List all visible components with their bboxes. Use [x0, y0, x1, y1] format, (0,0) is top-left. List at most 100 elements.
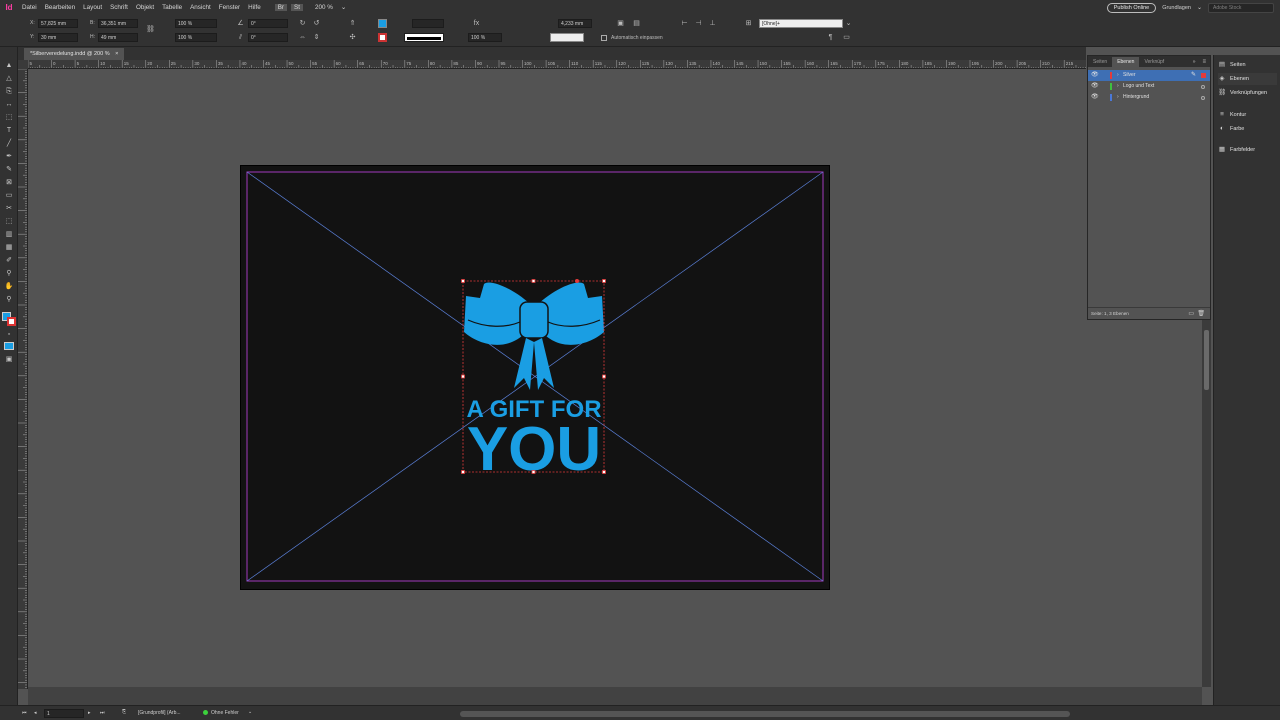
dock-seiten[interactable]: ▤ Seiten [1218, 59, 1246, 71]
eyedropper-tool-icon[interactable]: ⚲ [4, 269, 14, 279]
hand-tool-icon[interactable]: ✋ [4, 282, 14, 292]
new-layer-icon[interactable]: ▭ [1188, 308, 1194, 320]
page-tool-icon[interactable]: ⎘ [4, 87, 14, 97]
prev-page-icon[interactable]: ◂ [34, 710, 37, 716]
width-field[interactable]: 36,351 mm [98, 19, 138, 28]
gap-tool-icon[interactable]: ↔ [4, 100, 14, 110]
free-transform-tool-icon[interactable]: ⬚ [4, 217, 14, 227]
fit-content-icon[interactable]: ▣ [616, 19, 625, 28]
auto-fit-checkbox[interactable] [601, 35, 607, 41]
stock-icon[interactable]: St [291, 4, 303, 11]
align-right-icon[interactable]: ⊥ [708, 19, 717, 28]
rectangle-tool-icon[interactable]: ▭ [4, 191, 14, 201]
preflight-chevron-down-icon[interactable]: ⌄ [248, 709, 252, 715]
layer-target-icon[interactable] [1201, 96, 1205, 100]
last-page-icon[interactable]: ⏭ [100, 710, 105, 716]
workspace-switcher[interactable]: Grundlagen [1162, 5, 1191, 11]
visibility-eye-icon[interactable]: 👁 [1091, 70, 1099, 81]
scale-x-field[interactable]: 100 % [175, 19, 217, 28]
bridge-icon[interactable]: Br [274, 4, 288, 11]
type-tool-icon[interactable]: T [4, 126, 14, 136]
stroke-type-dropdown[interactable] [404, 33, 444, 42]
menu-layout[interactable]: Layout [79, 4, 106, 11]
formatting-container-icon[interactable]: ▫ [4, 330, 14, 340]
trash-icon[interactable]: 🗑 [1197, 308, 1205, 320]
next-page-icon[interactable]: ▸ [88, 710, 91, 716]
page-number-field[interactable]: 1 [44, 709, 84, 718]
layer-row-silver[interactable]: 👁 › Silver ✎ [1088, 70, 1210, 81]
rotate-ccw-icon[interactable]: ↺ [312, 19, 321, 28]
object-style-chevron-down-icon[interactable]: ⌄ [844, 19, 853, 28]
rotate-cw-icon[interactable]: ↻ [298, 19, 307, 28]
rectangle-frame-tool-icon[interactable]: ⊠ [4, 178, 14, 188]
object-style-dropdown[interactable]: [Ohne]+ [759, 19, 843, 28]
opacity-field[interactable]: 100 % [468, 33, 502, 42]
tab-verknuepf[interactable]: Verknüpf [1139, 57, 1169, 67]
new-style-icon[interactable]: ▭ [842, 33, 851, 42]
panel-menu-icon[interactable]: ≡ [1198, 57, 1210, 67]
scissors-tool-icon[interactable]: ✂ [4, 204, 14, 214]
zoom-chevron-down-icon[interactable]: ⌄ [337, 4, 350, 11]
stroke-swatch[interactable] [378, 33, 387, 42]
menu-objekt[interactable]: Objekt [132, 4, 158, 11]
shear-field[interactable]: 0° [248, 33, 288, 42]
tab-seiten[interactable]: Seiten [1088, 57, 1112, 67]
stroke-weight-dropdown[interactable] [412, 19, 444, 28]
menu-ansicht[interactable]: Ansicht [186, 4, 215, 11]
content-collector-icon[interactable]: ⬚ [4, 113, 14, 123]
select-content-icon[interactable]: ✣ [348, 33, 357, 42]
zoom-level[interactable]: 200 % [311, 4, 337, 11]
stroke-weight-field[interactable]: 4,233 mm [558, 19, 592, 28]
y-field[interactable]: 30 mm [38, 33, 78, 42]
height-field[interactable]: 49 mm [98, 33, 138, 42]
apply-color-icon[interactable] [4, 342, 14, 350]
dock-farbe[interactable]: ◐ Farbe [1218, 123, 1244, 135]
dock-verknuepfungen[interactable]: ⛓ Verknüpfungen [1218, 87, 1267, 99]
screen-mode-icon[interactable]: ▣ [4, 355, 14, 365]
publish-online-button[interactable]: Publish Online [1106, 2, 1157, 13]
workspace-chevron-down-icon[interactable]: ⌄ [1197, 4, 1202, 11]
menu-tabelle[interactable]: Tabelle [158, 4, 186, 11]
preflight-label[interactable]: Ohne Fehler [211, 710, 239, 716]
expand-chevron-icon[interactable]: › [1117, 81, 1119, 92]
fill-swatch[interactable] [378, 19, 387, 28]
scale-y-field[interactable]: 100 % [175, 33, 217, 42]
vertical-scrollbar[interactable] [1202, 320, 1211, 687]
menu-fenster[interactable]: Fenster [215, 4, 244, 11]
pencil-tool-icon[interactable]: ✎ [4, 165, 14, 175]
frame-fitting-field[interactable] [550, 33, 584, 42]
note-tool-icon[interactable]: ✐ [4, 256, 14, 266]
selection-tool-icon[interactable]: ▲ [4, 61, 14, 71]
menu-datei[interactable]: Datei [18, 4, 41, 11]
tab-ebenen[interactable]: Ebenen [1112, 57, 1140, 67]
scroll-thumb[interactable] [1204, 330, 1209, 390]
rotation-field[interactable]: 0° [248, 19, 288, 28]
menu-schrift[interactable]: Schrift [106, 4, 132, 11]
collapse-panel-icon[interactable]: » [1190, 57, 1199, 67]
dock-ebenen[interactable]: ◈ Ebenen [1218, 73, 1277, 85]
selection-bounding-box[interactable] [460, 278, 608, 476]
clear-overrides-icon[interactable]: ¶ [826, 33, 835, 42]
constrain-proportions-icon[interactable]: ⛓ [146, 25, 155, 34]
x-field[interactable]: 57,825 mm [38, 19, 78, 28]
expand-chevron-icon[interactable]: › [1117, 70, 1119, 81]
stroke-color-icon[interactable] [7, 317, 16, 326]
select-container-icon[interactable]: ⇑ [348, 19, 357, 28]
master-page-label[interactable]: [Grundprofil] (Arb... [138, 710, 181, 716]
visibility-eye-icon[interactable]: 👁 [1091, 81, 1099, 92]
line-tool-icon[interactable]: ╱ [4, 139, 14, 149]
open-page-icon[interactable]: ⎘ [122, 709, 126, 715]
pen-tool-icon[interactable]: ✒ [4, 152, 14, 162]
layer-row-logo-und-text[interactable]: 👁 › Logo und Text [1088, 81, 1210, 92]
dock-farbfelder[interactable]: ▦ Farbfelder [1218, 144, 1255, 156]
expand-chevron-icon[interactable]: › [1117, 92, 1119, 103]
zoom-tool-icon[interactable]: ⚲ [4, 295, 14, 305]
grid-icon[interactable]: ⊞ [744, 19, 753, 28]
horizontal-scroll-thumb[interactable] [460, 711, 1070, 717]
visibility-eye-icon[interactable]: 👁 [1091, 92, 1099, 103]
menu-bearbeiten[interactable]: Bearbeiten [41, 4, 79, 11]
dock-kontur[interactable]: ≡ Kontur [1218, 109, 1246, 121]
flip-vertical-icon[interactable]: ⇕ [312, 33, 321, 42]
align-left-icon[interactable]: ⊢ [680, 19, 689, 28]
stock-search-input[interactable]: Adobe Stock [1208, 2, 1274, 13]
